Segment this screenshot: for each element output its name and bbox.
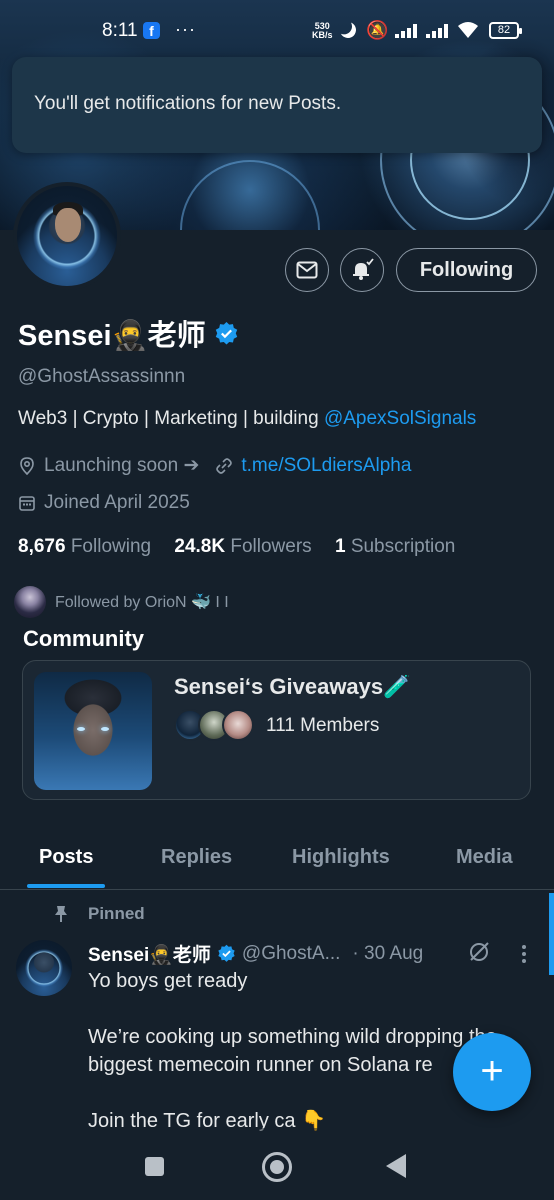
post-header: Sensei🥷老师 @GhostA... · 30 Aug <box>88 940 423 967</box>
member-avatar <box>222 709 254 741</box>
followers-stat[interactable]: 24.8K Followers <box>174 536 311 557</box>
display-name: Sensei🥷老师 <box>18 312 239 354</box>
pin-icon <box>55 906 67 922</box>
tab-highlights[interactable]: Highlights <box>292 846 390 869</box>
envelope-icon <box>296 261 318 279</box>
bell-check-icon <box>353 258 374 280</box>
link-icon <box>216 457 233 474</box>
profile-meta: Launching soon ➔ t.me/SOLdiersAlpha <box>18 454 411 477</box>
joined-date: Joined April 2025 <box>18 492 190 514</box>
more-options-icon[interactable] <box>520 944 528 964</box>
location-pin-icon <box>20 456 34 475</box>
bio-mention-link[interactable]: @ApexSolSignals <box>324 408 476 429</box>
post-author-handle[interactable]: @GhostA... <box>242 943 341 965</box>
following-stat[interactable]: 8,676 Following <box>18 536 151 557</box>
pinned-label: Pinned <box>54 904 145 924</box>
scroll-indicator <box>549 893 554 975</box>
community-name: Sensei‘s Giveaways🧪 <box>174 674 411 699</box>
verified-badge-icon <box>218 944 235 962</box>
display-name-text: Sensei🥷老师 <box>18 320 206 352</box>
website-link[interactable]: t.me/SOLdiersAlpha <box>241 455 411 477</box>
calendar-icon <box>19 496 35 511</box>
signal-2-icon <box>426 24 452 38</box>
facebook-icon: f <box>143 22 160 39</box>
follow-stats: 8,676 Following 24.8K Followers 1 Subscr… <box>18 536 455 558</box>
member-count: 111 Members <box>266 715 380 736</box>
muted-bell-icon: 🔕 <box>366 20 389 40</box>
follower-avatar <box>14 586 46 618</box>
community-section-title: Community <box>23 626 144 651</box>
profile-bio: Web3 | Crypto | Marketing | building @Ap… <box>18 408 476 430</box>
pinned-text: Pinned <box>88 904 145 923</box>
wifi-icon <box>458 22 478 38</box>
followed-by-text: Followed by OrioN 🐳 I I <box>55 594 229 611</box>
verified-badge-icon[interactable] <box>214 321 239 346</box>
community-image <box>34 672 152 790</box>
recent-apps-button[interactable] <box>145 1157 164 1176</box>
post-author-avatar[interactable] <box>16 940 72 996</box>
network-speed: 530 KB/s <box>312 21 333 40</box>
status-time: 8:11 <box>102 20 138 41</box>
bio-text: Web3 | Crypto | Marketing | building <box>18 408 324 429</box>
active-tab-indicator <box>27 884 105 888</box>
compose-post-button[interactable]: + <box>453 1033 531 1111</box>
overflow-dots-icon: ··· <box>175 19 196 39</box>
post-line: Yo boys get ready <box>88 970 248 992</box>
tab-replies[interactable]: Replies <box>161 846 232 869</box>
profile-handle: @GhostAssassinnn <box>18 366 186 387</box>
notification-toast[interactable]: You'll get notifications for new Posts. <box>12 57 542 153</box>
notifications-button[interactable] <box>340 248 384 292</box>
post-line <box>88 995 548 1023</box>
post-author-name[interactable]: Sensei🥷老师 <box>88 940 211 967</box>
profile-avatar[interactable] <box>13 182 121 290</box>
back-button[interactable] <box>386 1154 406 1178</box>
community-image-eye <box>77 727 85 731</box>
do-not-disturb-icon <box>338 20 359 41</box>
tab-posts[interactable]: Posts <box>39 846 93 869</box>
profile-tabs: Posts Replies Highlights Media <box>0 830 554 890</box>
subscription-stat[interactable]: 1 Subscription <box>335 536 455 557</box>
community-card[interactable]: Sensei‘s Giveaways🧪 111 Members <box>22 660 531 800</box>
home-button[interactable] <box>262 1152 292 1182</box>
battery-indicator: 82 <box>489 22 522 39</box>
toast-message: You'll get notifications for new Posts. <box>34 93 342 114</box>
tab-media[interactable]: Media <box>456 846 513 869</box>
following-button[interactable]: Following <box>396 248 537 292</box>
joined-text: Joined April 2025 <box>44 492 190 513</box>
community-image-eye <box>101 727 109 731</box>
system-navigation-bar <box>0 1128 554 1200</box>
banner-ring <box>180 160 320 230</box>
post-date[interactable]: · 30 Aug <box>352 943 423 965</box>
grok-icon[interactable] <box>467 940 491 964</box>
avatar-face <box>55 208 81 242</box>
status-bar: 8:11 f ··· 530 KB/s 🔕 82 <box>0 0 554 56</box>
followed-by[interactable]: Followed by OrioN 🐳 I I <box>14 586 229 618</box>
location-text: Launching soon ➔ <box>44 455 200 476</box>
signal-1-icon <box>395 24 421 38</box>
member-avatars <box>174 709 256 743</box>
message-button[interactable] <box>285 248 329 292</box>
